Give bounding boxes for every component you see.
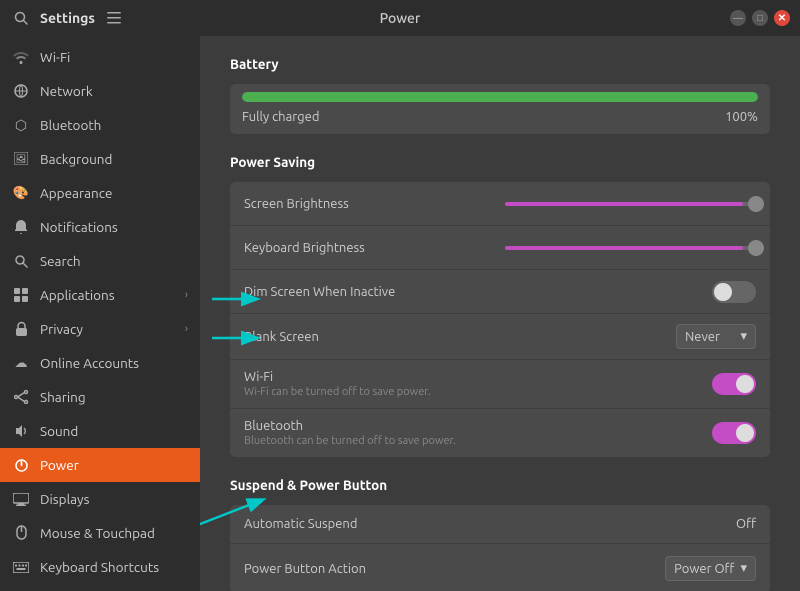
sidebar-search-icon: [12, 252, 30, 270]
bluetooth-power-label: Bluetooth: [244, 419, 712, 433]
dim-screen-label: Dim Screen When Inactive: [244, 285, 712, 299]
sidebar-item-label-wifi: Wi-Fi: [40, 49, 70, 65]
network-icon: [12, 82, 30, 100]
keyboard-icon: [12, 558, 30, 576]
blank-screen-value: Never: [685, 330, 720, 344]
sidebar-item-label-network: Network: [40, 83, 93, 99]
sidebar-item-sound[interactable]: Sound: [0, 414, 200, 448]
sidebar-item-label-privacy: Privacy: [40, 321, 83, 337]
menu-icon-btn[interactable]: [103, 7, 125, 29]
screen-brightness-slider[interactable]: [505, 202, 756, 206]
applications-chevron: ›: [185, 289, 188, 301]
applications-icon: [12, 286, 30, 304]
battery-section-title: Battery: [230, 56, 770, 72]
wifi-power-label: Wi-Fi: [244, 370, 712, 384]
blank-screen-dropdown[interactable]: Never ▾: [676, 324, 756, 349]
sidebar-item-label-keyboard: Keyboard Shortcuts: [40, 559, 159, 575]
sidebar-item-notifications[interactable]: Notifications: [0, 210, 200, 244]
wifi-power-row: Wi-Fi Wi-Fi can be turned off to save po…: [230, 360, 770, 409]
background-icon: 🖼: [12, 150, 30, 168]
minimize-button[interactable]: —: [730, 10, 746, 26]
dim-screen-toggle[interactable]: [712, 281, 756, 303]
sidebar-item-label-mouse: Mouse & Touchpad: [40, 525, 155, 541]
wifi-power-toggle[interactable]: [712, 373, 756, 395]
maximize-button[interactable]: □: [752, 10, 768, 26]
battery-status: Fully charged: [242, 110, 319, 124]
suspend-section-title: Suspend & Power Button: [230, 477, 770, 493]
sidebar: Wi-Fi Network ⬡ Bluetooth 🖼 Background 🎨…: [0, 36, 200, 591]
power-icon: [12, 456, 30, 474]
sidebar-item-label-power: Power: [40, 457, 79, 473]
sidebar-item-label-search: Search: [40, 253, 81, 269]
sidebar-item-label-online-accounts: Online Accounts: [40, 355, 139, 371]
sidebar-item-online-accounts[interactable]: ☁ Online Accounts: [0, 346, 200, 380]
sidebar-item-keyboard[interactable]: Keyboard Shortcuts: [0, 550, 200, 584]
power-button-label: Power Button Action: [244, 562, 665, 576]
power-button-chevron: ▾: [740, 561, 747, 576]
sidebar-item-label-sound: Sound: [40, 423, 78, 439]
online-accounts-icon: ☁: [12, 354, 30, 372]
power-saving-title: Power Saving: [230, 154, 770, 170]
sidebar-item-label-notifications: Notifications: [40, 219, 118, 235]
sidebar-item-search[interactable]: Search: [0, 244, 200, 278]
sidebar-item-displays[interactable]: Displays: [0, 482, 200, 516]
bluetooth-icon: ⬡: [12, 116, 30, 134]
displays-icon: [12, 490, 30, 508]
search-icon-btn[interactable]: [10, 7, 32, 29]
sidebar-item-appearance[interactable]: 🎨 Appearance: [0, 176, 200, 210]
sidebar-item-mouse-touchpad[interactable]: Mouse & Touchpad: [0, 516, 200, 550]
wifi-power-sublabel: Wi-Fi can be turned off to save power.: [244, 386, 712, 398]
sidebar-item-network[interactable]: Network: [0, 74, 200, 108]
blank-screen-row: Blank Screen Never ▾: [230, 314, 770, 360]
mouse-icon: [12, 524, 30, 542]
sidebar-item-background[interactable]: 🖼 Background: [0, 142, 200, 176]
sidebar-item-label-displays: Displays: [40, 491, 89, 507]
battery-percent: 100%: [725, 110, 758, 124]
sidebar-item-bluetooth[interactable]: ⬡ Bluetooth: [0, 108, 200, 142]
privacy-chevron: ›: [185, 323, 188, 335]
sidebar-item-power[interactable]: Power: [0, 448, 200, 482]
notifications-icon: [12, 218, 30, 236]
suspend-section: Suspend & Power Button Automatic Suspend…: [230, 477, 770, 591]
bluetooth-power-sublabel: Bluetooth can be turned off to save powe…: [244, 435, 712, 447]
sidebar-item-label-sharing: Sharing: [40, 389, 86, 405]
blank-screen-chevron: ▾: [740, 329, 747, 344]
keyboard-brightness-label: Keyboard Brightness: [244, 241, 495, 255]
close-button[interactable]: ✕: [774, 10, 790, 26]
automatic-suspend-value: Off: [736, 517, 756, 531]
privacy-icon: [12, 320, 30, 338]
sidebar-item-sharing[interactable]: Sharing: [0, 380, 200, 414]
appearance-icon: 🎨: [12, 184, 30, 202]
power-saving-section: Power Saving Screen Brightness: [230, 154, 770, 457]
sidebar-item-label-applications: Applications: [40, 287, 115, 303]
sidebar-item-label-background: Background: [40, 151, 112, 167]
sidebar-item-label-bluetooth: Bluetooth: [40, 117, 101, 133]
automatic-suspend-row: Automatic Suspend Off: [230, 505, 770, 544]
sidebar-item-privacy[interactable]: Privacy ›: [0, 312, 200, 346]
keyboard-brightness-row: Keyboard Brightness: [230, 226, 770, 270]
power-button-row: Power Button Action Power Off ▾: [230, 544, 770, 591]
sharing-icon: [12, 388, 30, 406]
content-area: Battery Fully charged 100% Power Saving: [200, 36, 800, 591]
sidebar-item-wifi[interactable]: Wi-Fi: [0, 40, 200, 74]
dim-screen-row: Dim Screen When Inactive: [230, 270, 770, 314]
window-title: Power: [380, 10, 421, 26]
blank-screen-label: Blank Screen: [244, 330, 676, 344]
automatic-suspend-label: Automatic Suspend: [244, 517, 736, 531]
titlebar: Settings Power — □ ✕: [0, 0, 800, 36]
wifi-icon: [12, 48, 30, 66]
power-button-dropdown[interactable]: Power Off ▾: [665, 556, 756, 581]
screen-brightness-row: Screen Brightness: [230, 182, 770, 226]
bluetooth-power-toggle[interactable]: [712, 422, 756, 444]
sidebar-item-label-appearance: Appearance: [40, 185, 112, 201]
battery-section: Battery Fully charged 100%: [230, 56, 770, 134]
sound-icon: [12, 422, 30, 440]
keyboard-brightness-slider[interactable]: [505, 246, 756, 250]
power-button-value: Power Off: [674, 562, 734, 576]
bluetooth-power-row: Bluetooth Bluetooth can be turned off to…: [230, 409, 770, 457]
sidebar-item-applications[interactable]: Applications ›: [0, 278, 200, 312]
screen-brightness-label: Screen Brightness: [244, 197, 495, 211]
settings-title: Settings: [40, 10, 95, 26]
